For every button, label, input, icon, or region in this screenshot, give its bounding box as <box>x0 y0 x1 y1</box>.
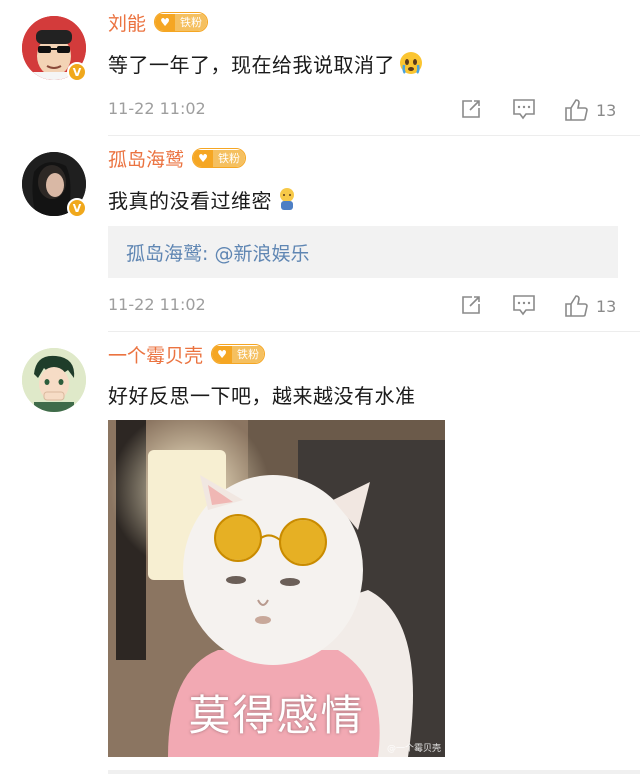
crying-emoji-icon <box>399 51 423 80</box>
heart-icon: ♥ <box>212 345 233 363</box>
username[interactable]: 孤岛海鹫 <box>108 145 184 172</box>
name-row: 孤岛海鹫 ♥ 铁粉 <box>108 145 247 172</box>
share-icon[interactable] <box>460 294 482 316</box>
like-count: 13 <box>596 296 617 316</box>
verified-icon: V <box>67 198 87 218</box>
username[interactable]: 一个霉贝壳 <box>108 341 203 368</box>
thumbs-up-icon <box>565 99 588 121</box>
quote-text[interactable]: 孤岛海鹫: @新浪娱乐 <box>126 239 309 266</box>
verified-icon: V <box>67 62 87 82</box>
sad-emoji-icon <box>276 187 298 216</box>
comment-text-content: 我真的没看过维密 <box>108 189 272 213</box>
quoted-reply[interactable]: 孤岛海鹫: @新浪娱乐 <box>108 226 618 278</box>
comment-meta: 11-22 11:02 13 <box>108 292 620 320</box>
comment-icon[interactable] <box>512 294 536 316</box>
fan-badge-label: 铁粉 <box>213 149 246 167</box>
like-button[interactable]: 13 <box>564 294 616 318</box>
avatar[interactable] <box>22 348 86 412</box>
name-row: 一个霉贝壳 ♥ 铁粉 <box>108 341 266 368</box>
heart-icon: ♥ <box>155 13 176 31</box>
fan-badge-label: 铁粉 <box>232 345 265 363</box>
comment-image[interactable]: 莫得感情 @一个霉贝壳 <box>108 420 445 757</box>
divider <box>108 331 640 332</box>
share-icon[interactable] <box>460 98 482 120</box>
fan-badge: ♥ 铁粉 <box>211 344 266 364</box>
heart-icon: ♥ <box>193 149 214 167</box>
like-button[interactable]: 13 <box>564 98 616 122</box>
username[interactable]: 刘能 <box>108 9 146 36</box>
fan-badge: ♥ 铁粉 <box>154 12 209 32</box>
name-row: 刘能 ♥ 铁粉 <box>108 9 209 36</box>
fan-badge-label: 铁粉 <box>175 13 208 31</box>
comment-text-content: 等了一年了，现在给我说取消了 <box>108 53 395 77</box>
comment-icon[interactable] <box>512 98 536 120</box>
image-watermark: @一个霉贝壳 <box>386 744 441 754</box>
timestamp: 11-22 11:02 <box>108 295 206 314</box>
thumbs-up-icon <box>565 295 588 317</box>
comment-text: 好好反思一下吧，越来越没有水准 <box>108 380 416 409</box>
like-count: 13 <box>596 100 617 120</box>
image-caption: 莫得感情 <box>188 691 365 740</box>
comment-text-content: 好好反思一下吧，越来越没有水准 <box>108 384 416 408</box>
divider <box>108 135 640 136</box>
fan-badge: ♥ 铁粉 <box>192 148 247 168</box>
divider <box>108 770 640 774</box>
comment-meta: 11-22 11:02 13 <box>108 96 620 124</box>
comment-1: V 刘能 ♥ 铁粉 等了一年了，现在给我说取消了 11-22 11:02 13 <box>0 0 640 136</box>
timestamp: 11-22 11:02 <box>108 99 206 118</box>
comment-text: 等了一年了，现在给我说取消了 <box>108 49 423 80</box>
comment-text: 我真的没看过维密 <box>108 185 298 216</box>
anime-boy-avatar-icon <box>22 348 86 412</box>
